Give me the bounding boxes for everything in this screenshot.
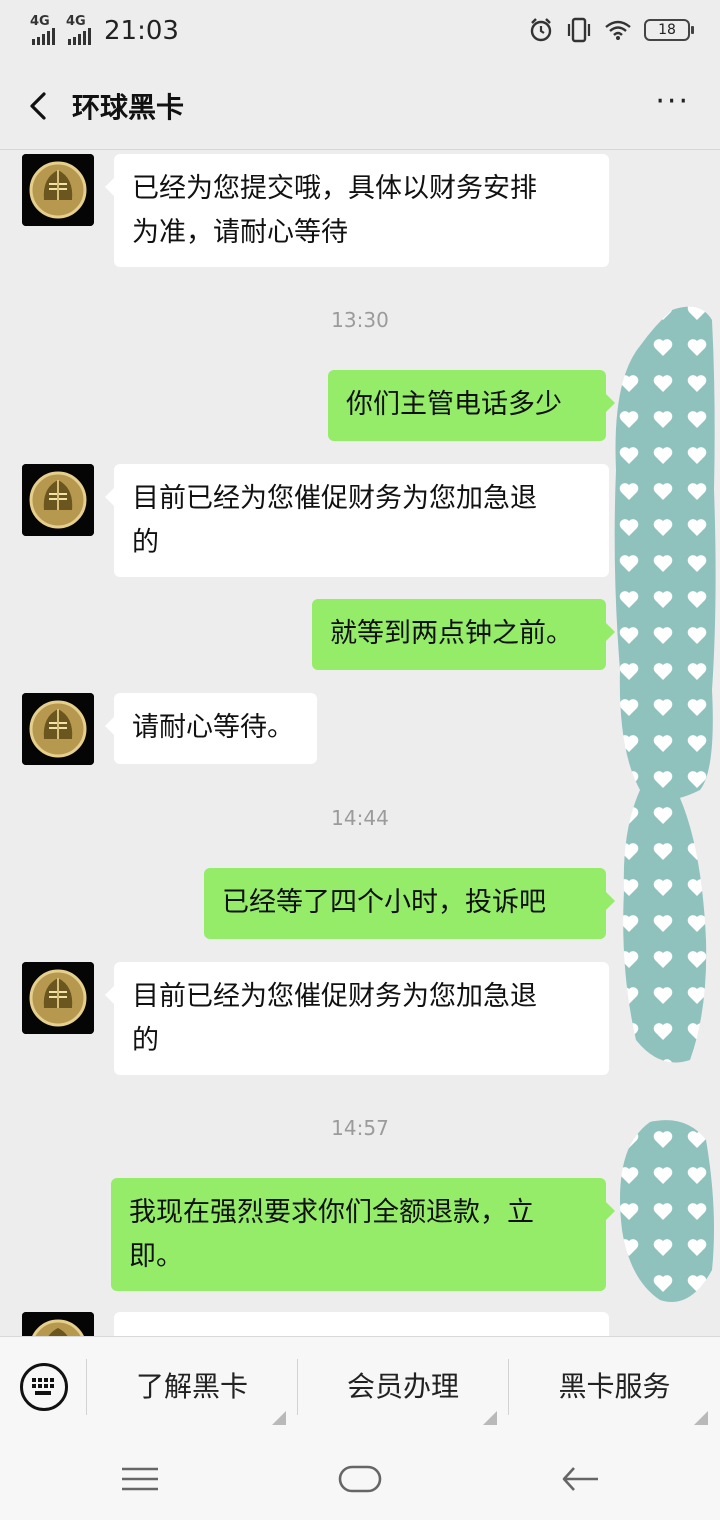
chat-header: 环球黑卡 ··· bbox=[0, 64, 720, 150]
status-time: 21:03 bbox=[104, 16, 179, 46]
official-account-menu: 了解黑卡 会员办理 黑卡服务 bbox=[0, 1336, 720, 1436]
submenu-indicator-icon bbox=[272, 1411, 286, 1425]
menu-lines-icon[interactable] bbox=[120, 1464, 160, 1494]
keyboard-icon bbox=[32, 1378, 54, 1395]
menu-item-card-service[interactable]: 黑卡服务 bbox=[509, 1337, 720, 1437]
system-navigation-bar bbox=[0, 1436, 720, 1520]
network-type-label: 4G bbox=[30, 14, 50, 29]
menu-item-about-card[interactable]: 了解黑卡 bbox=[87, 1337, 297, 1437]
submenu-indicator-icon bbox=[483, 1411, 497, 1425]
menu-item-membership[interactable]: 会员办理 bbox=[298, 1337, 508, 1437]
home-button-icon[interactable] bbox=[338, 1464, 382, 1494]
wifi-icon bbox=[605, 20, 631, 40]
more-options-button[interactable]: ··· bbox=[655, 87, 690, 117]
alarm-icon bbox=[530, 18, 552, 42]
keyboard-toggle-button[interactable] bbox=[20, 1363, 68, 1411]
back-nav-icon[interactable] bbox=[560, 1464, 600, 1494]
message-list[interactable]: 已经为您提交哦，具体以财务安排 为准，请耐心等待 13:30 你们主管电话多少 … bbox=[0, 150, 720, 1336]
signal-bars-icon bbox=[32, 28, 62, 45]
vibrate-icon bbox=[567, 17, 591, 43]
back-arrow-icon[interactable] bbox=[20, 86, 60, 126]
status-bar: 4G 4G 21:03 18 bbox=[0, 0, 720, 64]
signal-bars-icon bbox=[68, 28, 98, 45]
chat-title: 环球黑卡 bbox=[72, 91, 185, 124]
battery-icon: 18 bbox=[644, 19, 694, 41]
submenu-indicator-icon bbox=[694, 1411, 708, 1425]
network-type-label: 4G bbox=[66, 14, 86, 29]
privacy-sticker-overlay bbox=[614, 306, 716, 1302]
